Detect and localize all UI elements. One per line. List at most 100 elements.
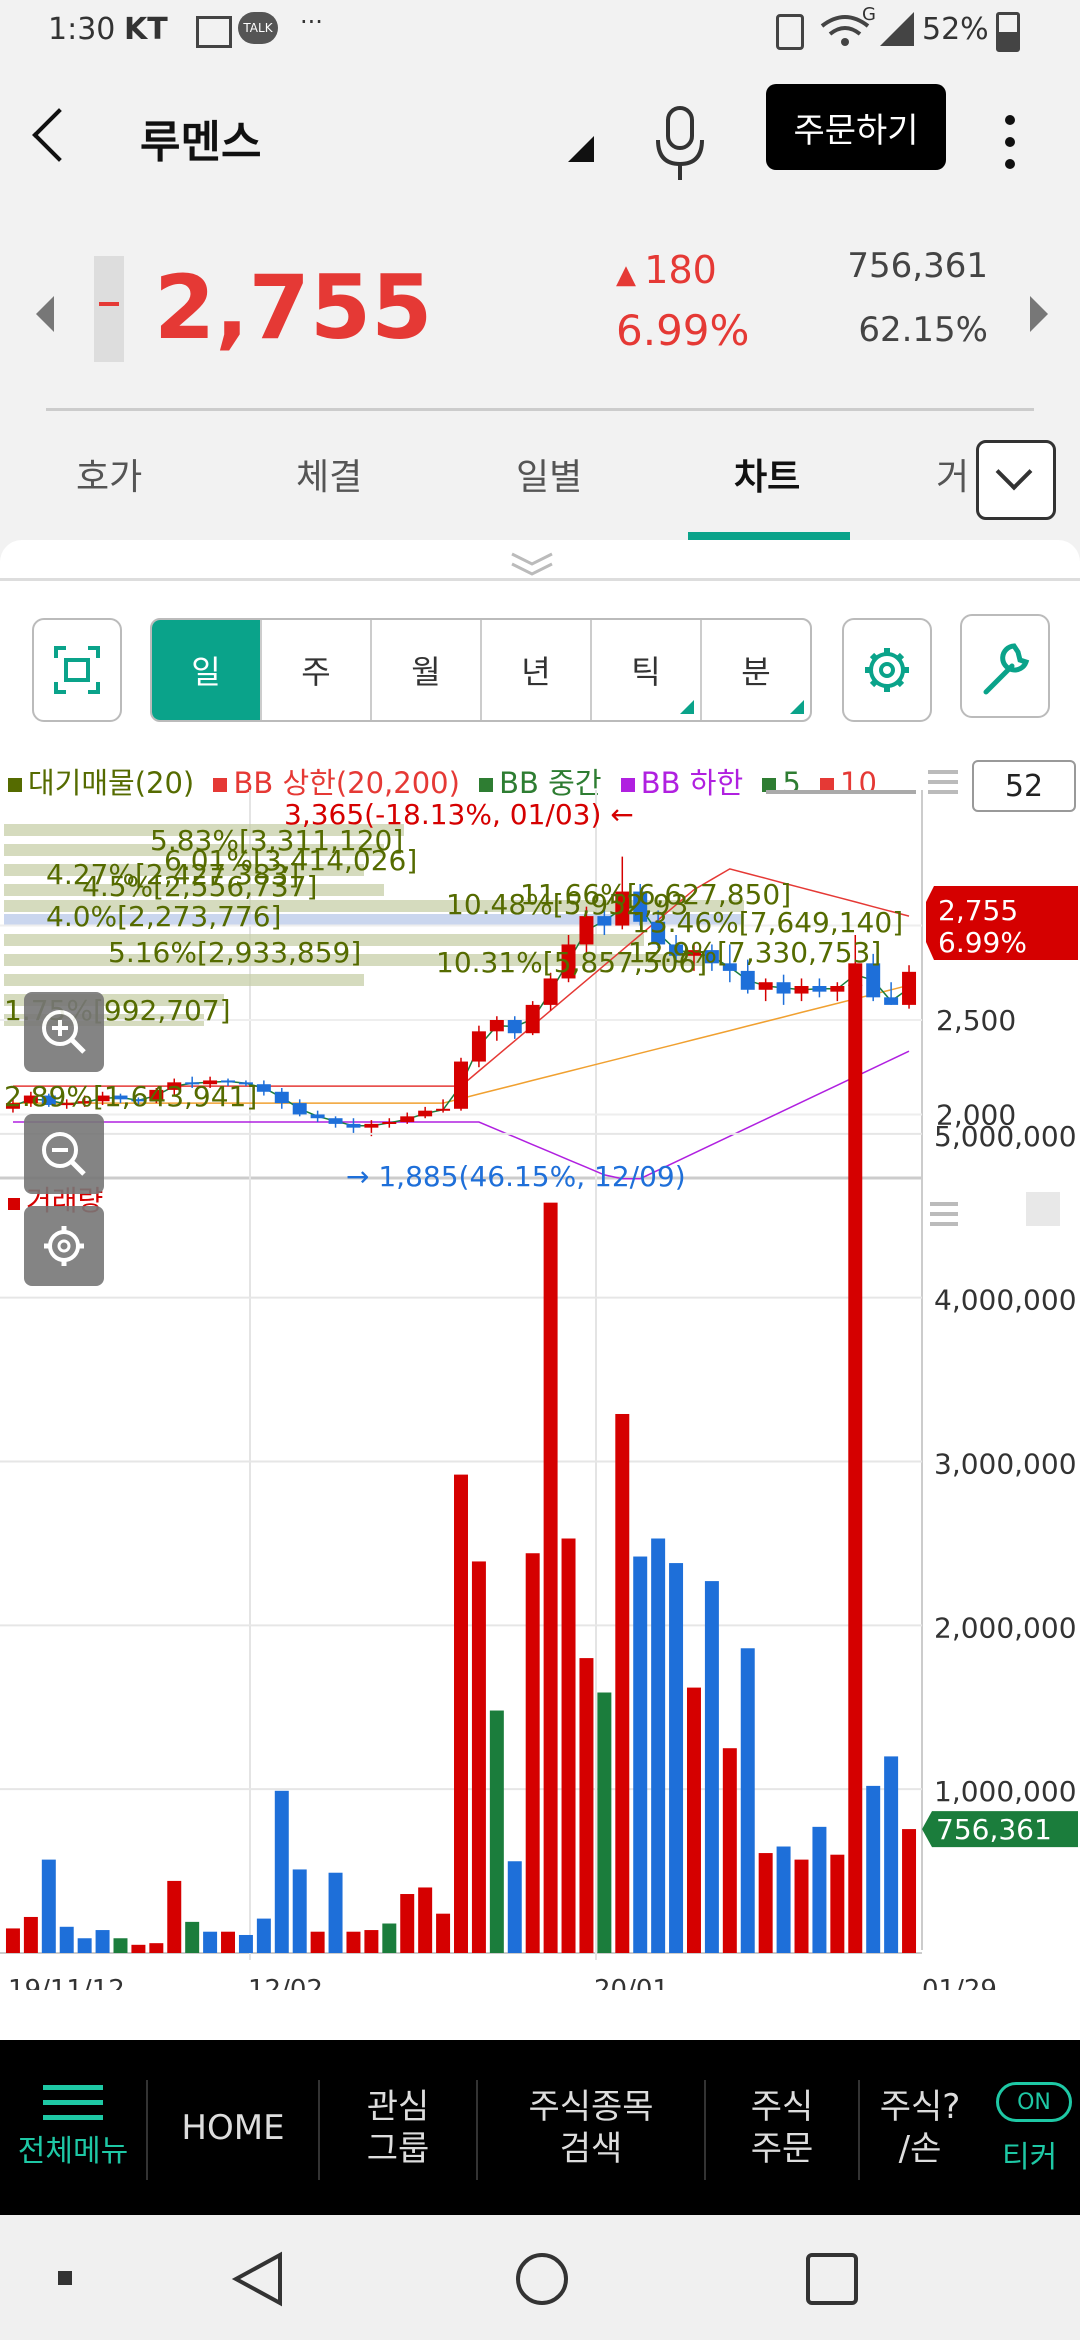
tab-indicator [688, 532, 850, 540]
back-nav-icon[interactable] [230, 2251, 286, 2307]
chart-settings-button[interactable] [842, 618, 932, 722]
tab-chart[interactable]: 차트 [734, 448, 800, 500]
volume-bar [597, 1692, 612, 1953]
prev-stock-icon[interactable] [36, 296, 54, 332]
candle-body [274, 1091, 289, 1104]
net-type: G [862, 4, 876, 25]
quote-tabs: 호가 체결 일별 차트 거 [0, 426, 1080, 540]
app-header: 루멘스 주문하기 [0, 66, 1080, 206]
period-minute[interactable]: 분 [702, 620, 810, 720]
supply-label: 12.9%[7,330,753] [628, 936, 881, 969]
volume-bar [579, 1658, 594, 1953]
volume-bar [454, 1474, 468, 1953]
volume-bar [848, 984, 863, 1953]
volume-bar [77, 1938, 92, 1953]
candle-body [758, 982, 773, 990]
candle-body [382, 1122, 397, 1124]
candle-body [436, 1108, 451, 1111]
overview-nav-icon[interactable] [804, 2251, 860, 2307]
candle-body [507, 1020, 522, 1034]
gear-icon [865, 648, 909, 692]
volume-menu-icon [930, 1202, 958, 1206]
volume-bar [131, 1944, 146, 1953]
candle-body [256, 1084, 271, 1092]
quote-summary: 2,755 ▲ 180 6.99% 756,361 62.15% [0, 206, 1080, 426]
nav-home[interactable]: HOME [148, 2040, 318, 2215]
candle-body [346, 1123, 361, 1128]
price-change-pct: 6.99% [616, 306, 750, 355]
price-change: ▲ 180 [616, 248, 717, 292]
tab-daily[interactable]: 일별 [516, 448, 582, 500]
period-day[interactable]: 일 [152, 620, 262, 720]
candle-body [884, 997, 899, 1005]
talk-icon: TALK [238, 12, 278, 44]
volume-bar [704, 1581, 719, 1953]
volume-bar [41, 1859, 56, 1953]
supply-label: 5.16%[2,933,859] [108, 936, 361, 969]
volume-bar [328, 1872, 343, 1953]
nav-stock-pl[interactable]: 주식? /손 [860, 2040, 980, 2215]
volume-bar [418, 1887, 433, 1953]
volume-bar [507, 1861, 522, 1953]
more-vert-icon[interactable] [1004, 112, 1016, 172]
chevron-left-icon[interactable] [32, 108, 86, 162]
volume-bar [59, 1926, 74, 1953]
volume-axis-label: 1,000,000 [934, 1775, 1077, 1808]
price-axis-label: 2,500 [936, 1004, 1016, 1037]
nav-stock-search[interactable]: 주식종목 검색 [478, 2040, 704, 2215]
candle-body [794, 986, 809, 994]
home-nav-icon[interactable] [514, 2251, 570, 2307]
nav-stock-order[interactable]: 주식 주문 [706, 2040, 858, 2215]
x-axis-label: 20/01 [594, 1975, 669, 1990]
gallery-icon [196, 16, 232, 48]
candle-body [902, 971, 917, 1005]
current-volume-label: 756,361 [936, 1813, 1052, 1846]
candle-body [400, 1116, 415, 1122]
title-dropdown-icon[interactable] [568, 136, 594, 162]
hamburger-icon [43, 2084, 103, 2120]
candle-body [292, 1103, 307, 1115]
tab-hoga[interactable]: 호가 [76, 448, 142, 500]
volume-bar [149, 1943, 164, 1953]
period-tick[interactable]: 틱 [592, 620, 702, 720]
fullscreen-icon [54, 646, 100, 694]
period-year[interactable]: 년 [482, 620, 592, 720]
fullscreen-button[interactable] [32, 618, 122, 722]
volume-bar [310, 1931, 325, 1953]
period-week[interactable]: 주 [262, 620, 372, 720]
battery-icon [996, 12, 1020, 52]
zoom-in-button[interactable] [24, 992, 104, 1072]
nav-all-menu[interactable]: 전체메뉴 [0, 2040, 146, 2215]
panel-divider [0, 578, 1080, 581]
x-axis-label: 12/02 [248, 1975, 323, 1990]
supply-label: 13.46%[7,649,140] [632, 906, 903, 939]
volume-bar [561, 1538, 576, 1953]
system-nav-bar [0, 2215, 1080, 2340]
battery-percent: 52% [922, 12, 989, 47]
microphone-icon[interactable] [648, 104, 712, 184]
ticker-toggle[interactable]: ON [996, 2082, 1072, 2122]
stock-title[interactable]: 루멘스 [140, 106, 261, 170]
volume-menu-icon [930, 1222, 958, 1226]
recents-dot-icon[interactable] [58, 2271, 72, 2285]
period-month[interactable]: 월 [372, 620, 482, 720]
next-stock-icon[interactable] [1030, 296, 1048, 332]
candle-body [328, 1118, 343, 1124]
drag-handle-icon[interactable] [508, 550, 556, 578]
chevron-down-icon[interactable] [976, 440, 1056, 520]
wrench-icon [983, 643, 1030, 695]
current-price: 2,755 [154, 256, 433, 359]
volume-legend-swatch [8, 1198, 20, 1210]
order-button[interactable]: 주문하기 [766, 84, 946, 170]
zoom-out-button[interactable] [24, 1114, 104, 1194]
tab-trades[interactable]: 체결 [296, 448, 362, 500]
vibrate-icon [776, 14, 804, 50]
candle-body [812, 986, 827, 992]
volume-bar [400, 1894, 415, 1953]
tab-more[interactable]: 거 [936, 448, 969, 500]
volume-bar [543, 1202, 558, 1953]
chart-config-button[interactable] [24, 1206, 104, 1286]
nav-watch-group[interactable]: 관심 그룹 [320, 2040, 476, 2215]
chart-tools-button[interactable] [960, 614, 1050, 718]
candle-body [418, 1110, 433, 1117]
